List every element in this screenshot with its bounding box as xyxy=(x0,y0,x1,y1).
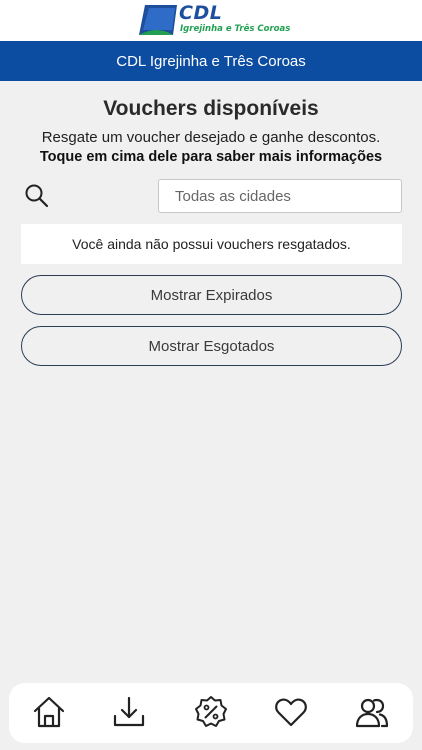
page-instruction: Toque em cima dele para saber mais infor… xyxy=(39,149,383,165)
show-soldout-label: Mostrar Esgotados xyxy=(148,337,275,355)
cdl-logo-mark xyxy=(139,5,177,35)
nav-home[interactable] xyxy=(31,694,67,730)
bottom-navigation xyxy=(9,683,413,743)
home-icon xyxy=(33,696,65,728)
top-logo-bar: CDL Igrejinha e Três Coroas xyxy=(0,0,422,41)
nav-downloads[interactable] xyxy=(111,694,147,730)
discount-badge-icon xyxy=(195,696,227,727)
nav-vouchers[interactable] xyxy=(193,694,229,730)
show-expired-button[interactable]: Mostrar Expirados xyxy=(21,275,402,315)
city-filter-value: Todas as cidades xyxy=(175,187,291,205)
download-icon xyxy=(113,696,145,727)
nav-favorites[interactable] xyxy=(273,694,309,730)
search-icon xyxy=(25,184,49,208)
logo-tagline: Igrejinha e Três Coroas xyxy=(180,24,291,34)
city-filter-select[interactable]: Todas as cidades xyxy=(158,179,402,213)
cdl-logo: CDL Igrejinha e Três Coroas xyxy=(139,2,291,37)
page-title: Vouchers disponíveis xyxy=(103,97,319,120)
page-subtitle: Resgate um voucher desejado e ganhe desc… xyxy=(41,129,381,146)
show-soldout-button[interactable]: Mostrar Esgotados xyxy=(21,326,402,366)
logo-brand-text: CDL xyxy=(179,2,223,24)
empty-vouchers-message: Você ainda não possui vouchers resgatado… xyxy=(21,224,402,264)
nav-profile[interactable] xyxy=(354,694,390,730)
page-header: CDL Igrejinha e Três Coroas xyxy=(0,41,422,81)
show-expired-label: Mostrar Expirados xyxy=(150,286,273,304)
heart-icon xyxy=(275,698,307,727)
users-icon xyxy=(355,698,389,728)
search-button[interactable] xyxy=(24,183,50,209)
header-title: CDL Igrejinha e Três Coroas xyxy=(116,52,306,70)
empty-message-text: Você ainda não possui vouchers resgatado… xyxy=(72,236,351,252)
